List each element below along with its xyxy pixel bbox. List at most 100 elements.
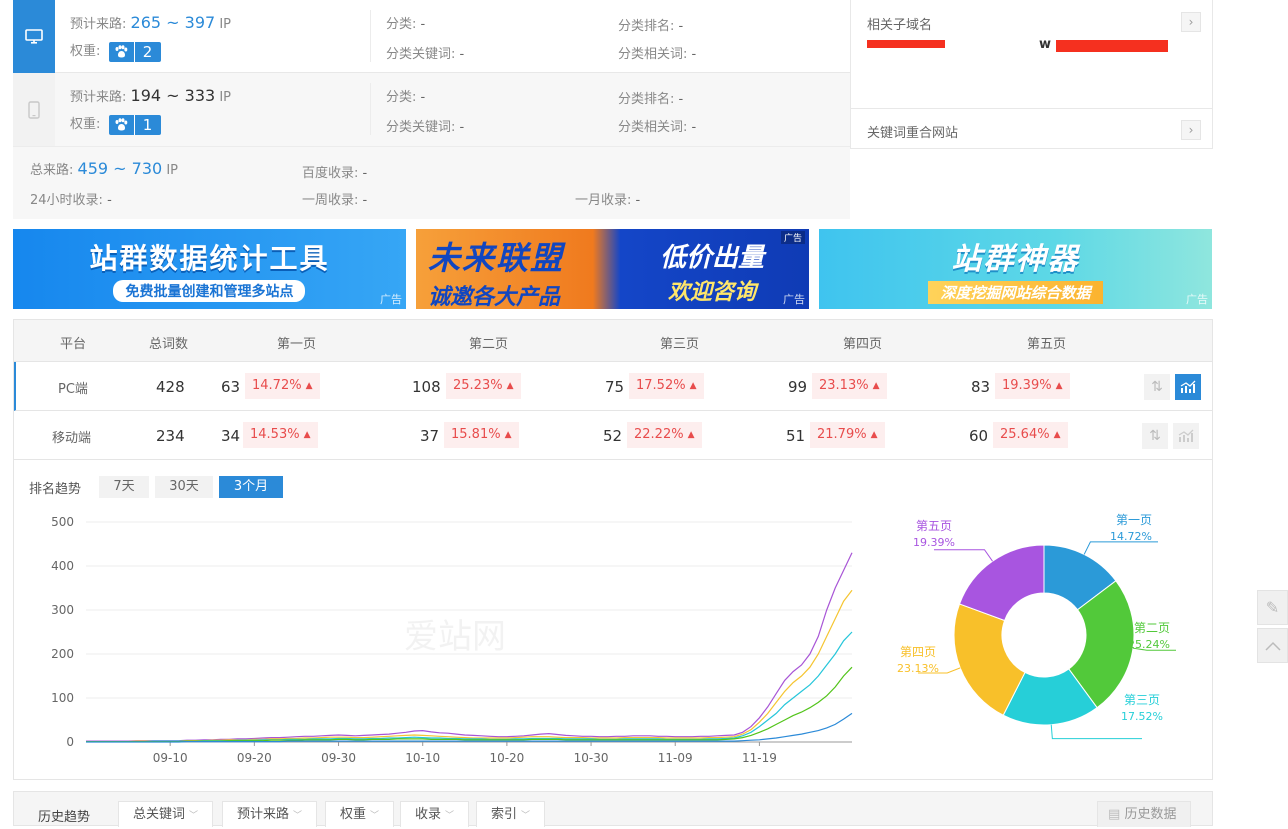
slice-pct-label: 19.39% (913, 536, 955, 549)
overlap-sites-title: 关键词重合网站 (867, 126, 959, 141)
sort-icon[interactable]: ⇅ (1144, 374, 1170, 400)
range-7d-button[interactable]: 7天 (99, 476, 149, 498)
y-tick-label: 0 (66, 735, 74, 749)
ad-label: 广告 (380, 293, 402, 306)
pc-traffic: 预计来路: 265 ~ 397 IP (70, 13, 232, 32)
pc-category: 分类: - (386, 17, 426, 32)
redacted-domain[interactable] (1056, 40, 1168, 52)
up-arrow-icon: ▲ (689, 381, 697, 391)
dropdown-total-keywords[interactable]: 总关键词 ﹀ (118, 801, 214, 827)
series-line (86, 589, 853, 743)
x-tick-label: 10-10 (405, 751, 440, 765)
phone-icon (13, 73, 55, 146)
up-arrow-icon: ▲ (687, 430, 695, 440)
chevron-right-icon: › (1188, 15, 1194, 29)
y-tick-label: 200 (51, 647, 74, 661)
pc-category-keywords: 分类关键词: - (386, 47, 465, 62)
dropdown-weight[interactable]: 权重 ﹀ (325, 801, 395, 827)
week-index-count: 一周收录: - (302, 193, 368, 208)
trend-chart-icon[interactable] (1173, 423, 1199, 449)
subdomain-title: 相关子域名 (867, 18, 933, 33)
page-count-cell[interactable]: 83 (971, 378, 990, 396)
x-tick-label: 09-20 (237, 751, 272, 765)
platform-cell: PC端 (58, 382, 88, 397)
baidu-mobile-weight-badge[interactable]: 1 (108, 114, 161, 135)
page-count-cell[interactable]: 34 (221, 427, 240, 445)
col-platform: 平台 (60, 337, 87, 352)
page-pct-badge: 25.64% ▲ (993, 422, 1068, 448)
page-pct-badge: 19.39% ▲ (995, 373, 1070, 399)
baidu-weight-badge[interactable]: 2 (108, 41, 161, 62)
pc-category-related: 分类相关词: - (618, 47, 697, 62)
slice-pct-label: 25.24% (1128, 638, 1170, 651)
range-3m-button[interactable]: 3个月 (219, 476, 283, 498)
chevron-down-icon: ﹀ (293, 811, 303, 821)
scroll-top-icon[interactable] (1257, 628, 1288, 663)
page-count-cell[interactable]: 60 (969, 427, 988, 445)
mobile-category: 分类: - (386, 90, 426, 105)
rank-trend-line-chart: 爱站网 0 100 200 300 400 500 09-10 09-20 09-30 10-10 1… (51, 515, 853, 765)
page-pct-badge: 21.79% ▲ (810, 422, 885, 448)
slice-pct-label: 23.13% (897, 662, 939, 675)
dropdown-index[interactable]: 收录 ﹀ (400, 801, 470, 827)
overlap-expand-button[interactable]: › (1181, 120, 1201, 140)
page-count-cell[interactable]: 37 (420, 427, 439, 445)
mobile-traffic-min: 194 (130, 86, 162, 105)
ad-banner-future-alliance[interactable]: 未来联盟 诚邀各大产品 低价出量 欢迎咨询 广告 广告 (416, 229, 809, 309)
page-pct-badge: 22.22% ▲ (627, 422, 702, 448)
up-arrow-icon: ▲ (1053, 430, 1061, 440)
page-pct-badge: 23.13% ▲ (812, 373, 887, 399)
page-count-cell[interactable]: 51 (786, 427, 805, 445)
page-count-cell[interactable]: 99 (788, 378, 807, 396)
dropdown-indexing[interactable]: 索引 ﹀ (476, 801, 546, 827)
mobile-category-rank: 分类排名: - (618, 92, 684, 107)
table-row[interactable]: PC端 428 63 14.72% ▲ 108 25.23% ▲ 75 17.52%… (14, 362, 1212, 411)
page-count-cell[interactable]: 75 (605, 378, 624, 396)
rank-trend-block: 排名趋势 7天 30天 3个月 爱站网 0 100 200 300 400 500 09-10… (13, 460, 1213, 780)
edit-icon[interactable]: ✎ (1257, 590, 1288, 625)
dropdown-traffic[interactable]: 预计来路 ﹀ (222, 801, 318, 827)
col-total-keywords: 总词数 (149, 337, 189, 352)
trend-title: 排名趋势 (29, 482, 82, 497)
monitor-icon (13, 0, 55, 73)
y-tick-label: 500 (51, 515, 74, 529)
subdomain-expand-button[interactable]: › (1181, 12, 1201, 32)
page-count-cell[interactable]: 63 (221, 378, 240, 396)
slice-name-label: 第五页 (916, 519, 952, 533)
slice-pct-label: 17.52% (1121, 710, 1163, 723)
mobile-traffic: 预计来路: 194 ~ 333 IP (70, 86, 232, 105)
page-count-cell[interactable]: 108 (412, 378, 441, 396)
table-row[interactable]: 移动端 234 34 14.53% ▲ 37 15.81% ▲ 52 22.22% ▲… (14, 411, 1212, 460)
ad-banner-sitegroup-stats[interactable]: 站群数据统计工具 免费批量创建和管理多站点 广告 (13, 229, 406, 309)
page-count-cell[interactable]: 52 (603, 427, 622, 445)
trend-chart-icon[interactable] (1175, 374, 1201, 400)
ad-banner-sitegroup-tool[interactable]: 站群神器 深度挖掘网站综合数据 广告 (819, 229, 1212, 309)
x-tick-label: 09-30 (321, 751, 356, 765)
col-page-4: 第四页 (843, 337, 883, 352)
pc-weight: 权重: 2 (70, 40, 161, 62)
chart-watermark: 爱站网 (404, 617, 506, 657)
x-tick-label: 10-30 (574, 751, 609, 765)
pc-category-rank: 分类排名: - (618, 19, 684, 34)
leader-line (1083, 541, 1158, 555)
page-pct-badge: 17.52% ▲ (629, 373, 704, 399)
history-data-button[interactable]: ▤ 历史数据 (1097, 801, 1192, 827)
subdomain-prefix: w (1039, 37, 1052, 52)
up-arrow-icon: ▲ (872, 381, 880, 391)
up-arrow-icon: ▲ (504, 430, 512, 440)
table-header: 平台 总词数 第一页 第二页 第三页 第四页 第五页 (14, 320, 1212, 362)
chevron-down-icon: ﹀ (370, 811, 380, 821)
rank-distribution-donut: 第一页 14.72% 第二页 25.24% 第三页 17.52% 第四页 23.13% 第五页 1… (897, 513, 1176, 740)
chevron-down-icon: ﹀ (189, 811, 199, 821)
redacted-domain[interactable] (867, 40, 945, 48)
range-30d-button[interactable]: 30天 (155, 476, 213, 498)
col-page-3: 第三页 (660, 337, 700, 352)
keyword-rank-table: 平台 总词数 第一页 第二页 第三页 第四页 第五页 PC端 428 63 14… (13, 319, 1213, 460)
pc-traffic-max: 397 (184, 13, 216, 32)
totals-row: 总来路: 459 ~ 730 IP 百度收录: - 24小时收录: - 一周收录… (13, 146, 850, 219)
sort-icon[interactable]: ⇅ (1142, 423, 1168, 449)
leader-line (1050, 724, 1142, 740)
col-page-5: 第五页 (1027, 337, 1067, 352)
ad-label: 广告 (783, 293, 805, 306)
x-tick-label: 11-19 (742, 751, 777, 765)
